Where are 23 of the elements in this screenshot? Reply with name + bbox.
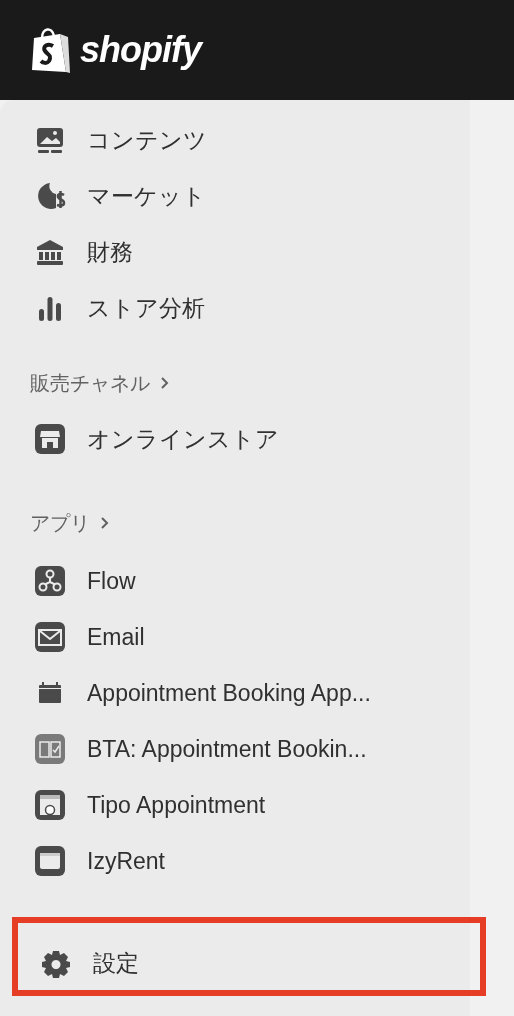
nav-item[interactable]: Email [0,609,470,665]
nav-item[interactable]: IzyRent [0,833,470,889]
calendar-clock-icon [34,789,66,821]
nav-item[interactable]: コンテンツ [0,112,470,168]
flow-diagram-icon [34,565,66,597]
shopping-bag-icon [30,26,72,74]
chevron-right-icon[interactable] [100,516,109,530]
nav-item[interactable]: Tipo Appointment [0,777,470,833]
calendar-icon [34,845,66,877]
book-check-icon [34,733,66,765]
storefront-icon [34,423,66,455]
envelope-icon [34,621,66,653]
nav-item[interactable]: マーケット [0,168,470,224]
nav-item[interactable]: オンラインストア [0,411,470,467]
section-heading[interactable]: アプリ [30,508,90,538]
nav-item[interactable]: BTA: Appointment Bookin... [0,721,470,777]
chevron-right-icon[interactable] [160,376,169,390]
settings-item[interactable]: 設定 [12,917,486,996]
nav-item[interactable]: Appointment Booking App... [0,665,470,721]
nav-item[interactable]: ストア分析 [0,280,470,336]
nav-item[interactable]: 財務 [0,224,470,280]
section-heading[interactable]: 販売チャネル [30,368,150,398]
nav-item[interactable]: Flow [0,553,470,609]
